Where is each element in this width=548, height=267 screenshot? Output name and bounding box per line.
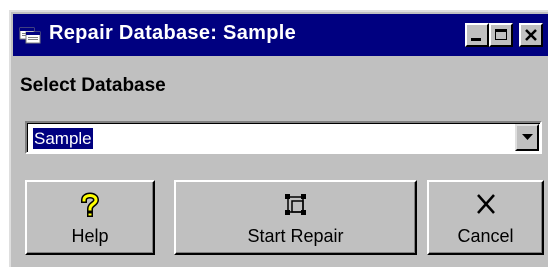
repair-database-dialog: Repair Database: Sample Select Database …	[9, 10, 548, 267]
start-repair-button-label: Start Repair	[247, 226, 344, 246]
database-select[interactable]: Sample	[25, 121, 542, 154]
start-repair-button[interactable]: Start Repair	[174, 180, 417, 255]
maximize-icon	[495, 29, 507, 40]
cancel-button[interactable]: Cancel	[427, 180, 544, 255]
database-select-value[interactable]: Sample	[33, 128, 93, 149]
question-mark-icon	[81, 192, 99, 217]
close-icon	[525, 29, 537, 41]
select-database-label: Select Database	[20, 75, 166, 96]
database-window-icon	[19, 27, 41, 44]
database-select-dropdown-button[interactable]	[515, 124, 539, 151]
help-button-label: Help	[71, 226, 109, 246]
minimize-icon	[471, 38, 481, 41]
help-button[interactable]: Help	[25, 180, 155, 255]
close-button[interactable]	[519, 23, 543, 47]
x-icon	[476, 194, 495, 214]
cancel-button-label: Cancel	[457, 226, 514, 246]
minimize-button[interactable]	[465, 23, 489, 47]
maximize-button[interactable]	[489, 23, 513, 47]
chevron-down-icon	[522, 134, 533, 140]
repair-icon	[284, 194, 306, 215]
window-title: Repair Database: Sample	[49, 22, 296, 44]
title-bar[interactable]: Repair Database: Sample	[13, 14, 548, 56]
